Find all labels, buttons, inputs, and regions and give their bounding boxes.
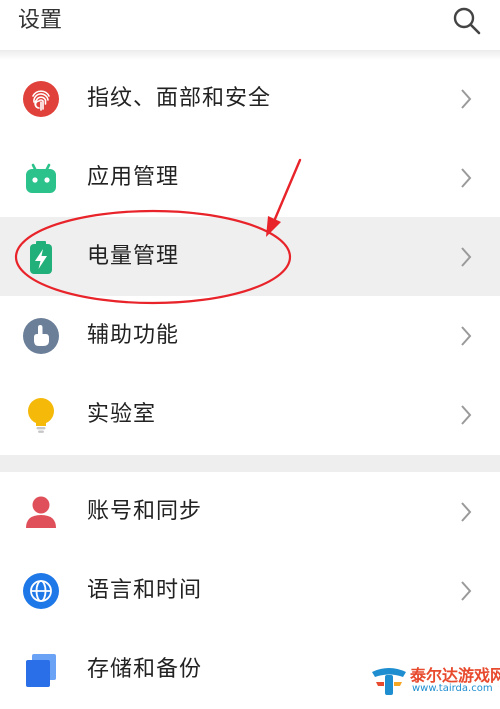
globe-icon [23, 573, 59, 609]
watermark-logo-icon [372, 668, 406, 695]
settings-item-language-time[interactable]: 语言和时间 [0, 551, 500, 630]
settings-item-accessibility[interactable]: 辅助功能 [0, 296, 500, 375]
lightbulb-icon [28, 398, 54, 433]
chevron-right-icon [461, 168, 472, 188]
settings-item-label: 存储和备份 [87, 657, 203, 682]
settings-item-app-management[interactable]: 应用管理 [0, 138, 500, 217]
hand-icon [23, 318, 59, 354]
app-header: 设置 [0, 0, 500, 50]
settings-item-label: 语言和时间 [87, 578, 203, 603]
chevron-right-icon [461, 581, 472, 601]
settings-item-account-sync[interactable]: 账号和同步 [0, 472, 500, 551]
chevron-right-icon [461, 326, 472, 346]
settings-item-battery-management[interactable]: 电量管理 [0, 217, 500, 296]
settings-item-label: 辅助功能 [87, 323, 180, 348]
watermark-url: www.tairda.com [412, 683, 493, 694]
fingerprint-icon [23, 81, 59, 117]
settings-item-label: 指纹、面部和安全 [87, 86, 272, 111]
chevron-right-icon [461, 405, 472, 425]
settings-item-label: 电量管理 [87, 244, 180, 269]
settings-item-lab[interactable]: 实验室 [0, 375, 500, 454]
battery-icon [30, 241, 52, 274]
chevron-right-icon [461, 89, 472, 109]
settings-item-label: 应用管理 [87, 165, 180, 190]
storage-icon [26, 654, 56, 687]
settings-item-label: 实验室 [87, 402, 157, 427]
chevron-right-icon [461, 247, 472, 267]
page-title: 设置 [18, 8, 63, 33]
android-icon [26, 163, 56, 193]
section-divider [0, 455, 500, 472]
chevron-right-icon [461, 502, 472, 522]
site-watermark: 泰尔达游戏网 www.tairda.com [370, 660, 500, 700]
settings-item-label: 账号和同步 [87, 499, 203, 524]
search-icon [453, 7, 481, 35]
settings-item-fingerprint-face-security[interactable]: 指纹、面部和安全 [0, 59, 500, 138]
search-button[interactable] [452, 6, 482, 36]
person-icon [26, 496, 56, 528]
